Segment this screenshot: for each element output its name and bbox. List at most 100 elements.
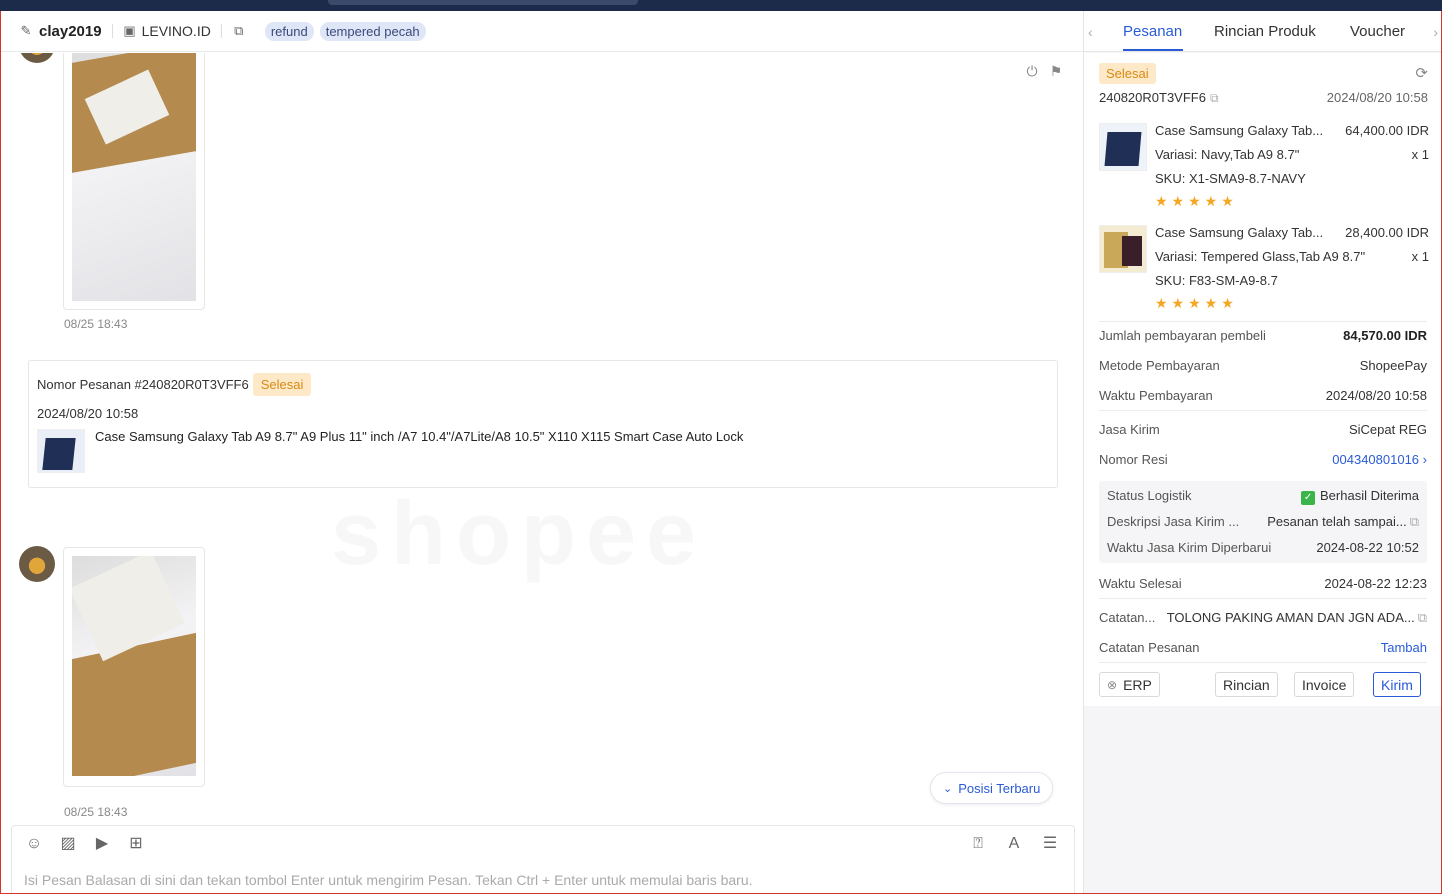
share-icon[interactable]: ⧉ <box>232 24 246 38</box>
shop-icon: ▣ <box>123 23 136 38</box>
photo-box <box>72 632 196 776</box>
tag-refund[interactable]: refund <box>264 21 314 41</box>
product-variation: Variasi: Tempered Glass,Tab A9 8.7" <box>1155 249 1366 264</box>
translate-icon[interactable]: ⊞ <box>126 834 146 854</box>
tag-tempered-pecah[interactable]: tempered pecah <box>319 21 426 41</box>
rincian-button[interactable]: Rincian <box>1215 672 1278 697</box>
active-tab-underline <box>1123 49 1183 51</box>
thumb-shape <box>42 438 76 470</box>
order-product-name: Case Samsung Galaxy Tab A9 8.7" A9 Plus … <box>95 429 744 444</box>
photo-thumbnail[interactable] <box>72 53 196 301</box>
message-timestamp: 08/25 18:43 <box>64 317 128 331</box>
avatar <box>19 546 55 582</box>
latest-position-button[interactable]: ⌄ Posisi Terbaru <box>930 772 1054 804</box>
tab-voucher[interactable]: Voucher <box>1350 23 1405 40</box>
copy-icon[interactable]: ⧉ <box>1410 514 1419 529</box>
tracking-number[interactable]: 004340801016 <box>1332 452 1419 467</box>
courier: SiCepat REG <box>1348 422 1427 437</box>
courier-desc-label: Deskripsi Jasa Kirim ... <box>1107 514 1240 529</box>
header-divider <box>111 24 113 38</box>
product-name: Case Samsung Galaxy Tab... <box>1155 225 1324 240</box>
order-id: 240820R0T3VFF6 <box>1099 90 1206 105</box>
order-status-badge: Selesai <box>252 373 312 396</box>
tracking-number-label: Nomor Resi <box>1099 452 1168 467</box>
tab-pesanan[interactable]: Pesanan <box>1123 23 1182 40</box>
divider <box>1099 662 1427 663</box>
shop-name: LEVINO.ID <box>141 23 211 39</box>
kirim-button-label: Kirim <box>1381 676 1413 693</box>
product-rating-stars: ★★★★★ <box>1155 295 1238 311</box>
erp-button-label: ERP <box>1123 676 1152 693</box>
product-sku: SKU: X1-SMA9-8.7-NAVY <box>1155 171 1306 186</box>
order-product-item[interactable]: Case Samsung Galaxy Tab... 28,400.00 IDR… <box>1099 225 1429 317</box>
order-card[interactable]: Nomor Pesanan #240820R0T3VFF6 Selesai 20… <box>28 360 1058 488</box>
quick-reply-icon[interactable]: ⍰ <box>968 834 988 854</box>
browser-top-bar <box>0 0 1442 11</box>
order-date: 2024/08/20 10:58 <box>1326 90 1428 105</box>
divider <box>1099 321 1427 322</box>
refresh-icon[interactable]: ⟳ <box>1415 64 1428 82</box>
image-icon[interactable]: ▨ <box>58 834 78 854</box>
order-product-item[interactable]: Case Samsung Galaxy Tab... 64,400.00 IDR… <box>1099 123 1429 215</box>
order-action-buttons: ⊗ ERP Rincian Invoice Kirim <box>1099 672 1427 698</box>
finish-time-row: Waktu Selesai 2024-08-22 12:23 <box>1099 576 1427 591</box>
order-status-badge: Selesai <box>1099 63 1156 84</box>
courier-update: 2024-08-22 10:52 <box>1316 540 1419 555</box>
message-list[interactable]: shopee 08/25 18:43 Nomor Pesanan #240820… <box>1 53 1083 825</box>
thumb-shape <box>1122 236 1142 266</box>
copy-icon[interactable]: ⧉ <box>1210 91 1219 105</box>
payment-time-label: Waktu Pembayaran <box>1099 388 1213 403</box>
template-list-icon[interactable]: ☰ <box>1040 834 1060 854</box>
product-name: Case Samsung Galaxy Tab... <box>1155 123 1324 138</box>
courier-row: Jasa Kirim SiCepat REG <box>1099 422 1427 437</box>
photo-thumbnail[interactable] <box>72 556 196 776</box>
rincian-button-label: Rincian <box>1223 676 1270 693</box>
payment-method: ShopeePay <box>1359 358 1427 373</box>
order-note-row: Catatan Pesanan Tambah <box>1099 640 1427 655</box>
order-number: Nomor Pesanan #240820R0T3VFF6 <box>37 377 249 392</box>
order-details: Selesai ⟳ 240820R0T3VFF6 ⧉ 2024/08/20 10:… <box>1084 53 1442 706</box>
finish-time-label: Waktu Selesai <box>1099 576 1182 591</box>
payment-time-row: Waktu Pembayaran 2024/08/20 10:58 <box>1099 388 1427 403</box>
product-thumbnail <box>37 429 85 473</box>
erp-button[interactable]: ⊗ ERP <box>1099 672 1160 697</box>
message-timestamp: 08/25 18:43 <box>64 805 128 819</box>
payment-amount-row: Jumlah pembayaran pembeli 84,570.00 IDR <box>1099 328 1427 343</box>
video-icon[interactable]: ▶ <box>92 834 112 854</box>
product-price: 64,400.00 IDR <box>1345 123 1429 138</box>
product-sku: SKU: F83-SM-A9-8.7 <box>1155 273 1278 288</box>
payment-amount: 84,570.00 IDR <box>1343 328 1427 343</box>
image-message[interactable] <box>63 53 205 310</box>
edit-icon[interactable]: ✎ <box>19 24 33 38</box>
divider <box>1099 410 1427 411</box>
product-rating-stars: ★★★★★ <box>1155 193 1238 209</box>
logistic-status: Berhasil Diterima <box>1320 488 1419 503</box>
thumb-shape <box>1104 132 1142 166</box>
logistic-status-label: Status Logistik <box>1107 488 1192 503</box>
message-composer[interactable]: ☺ ▨ ▶ ⊞ ⍰ A ☰ Isi Pesan Balasan di sini … <box>11 825 1075 894</box>
payment-amount-label: Jumlah pembayaran pembeli <box>1099 328 1266 343</box>
product-price: 28,400.00 IDR <box>1345 225 1429 240</box>
avatar <box>19 53 55 63</box>
add-order-note-link[interactable]: Tambah <box>1381 640 1427 655</box>
ai-assist-icon[interactable]: A <box>1004 834 1024 854</box>
invoice-button[interactable]: Invoice <box>1294 672 1355 697</box>
tracking-number-link[interactable]: 004340801016 › <box>1332 452 1427 467</box>
buyer-note-row: Catatan... TOLONG PAKING AMAN DAN JGN AD… <box>1099 610 1427 626</box>
chat-username[interactable]: clay2019 <box>39 23 102 40</box>
chat-panel: ✎ clay2019 ▣ LEVINO.ID ⧉ refund tempered… <box>1 11 1083 894</box>
finish-time: 2024-08-22 12:23 <box>1324 576 1427 591</box>
chevron-left-icon[interactable]: ‹ <box>1088 24 1093 40</box>
emoji-icon[interactable]: ☺ <box>24 834 44 854</box>
background-watermark: shopee <box>331 484 707 584</box>
chevron-right-icon[interactable]: › <box>1433 24 1438 40</box>
image-message[interactable] <box>63 547 205 787</box>
kirim-button[interactable]: Kirim <box>1373 672 1421 697</box>
tab-rincian-produk[interactable]: Rincian Produk <box>1214 23 1316 40</box>
order-id-row: 240820R0T3VFF6 ⧉ <box>1099 90 1219 106</box>
copy-icon[interactable]: ⧉ <box>1418 610 1427 625</box>
browser-tab-hint <box>328 0 638 5</box>
chat-header: ✎ clay2019 ▣ LEVINO.ID ⧉ refund tempered… <box>1 11 1083 52</box>
courier-desc-row: Deskripsi Jasa Kirim ... Pesanan telah s… <box>1107 514 1419 530</box>
logistics-box: Status Logistik ✓ Berhasil Diterima Deskr… <box>1099 481 1427 563</box>
